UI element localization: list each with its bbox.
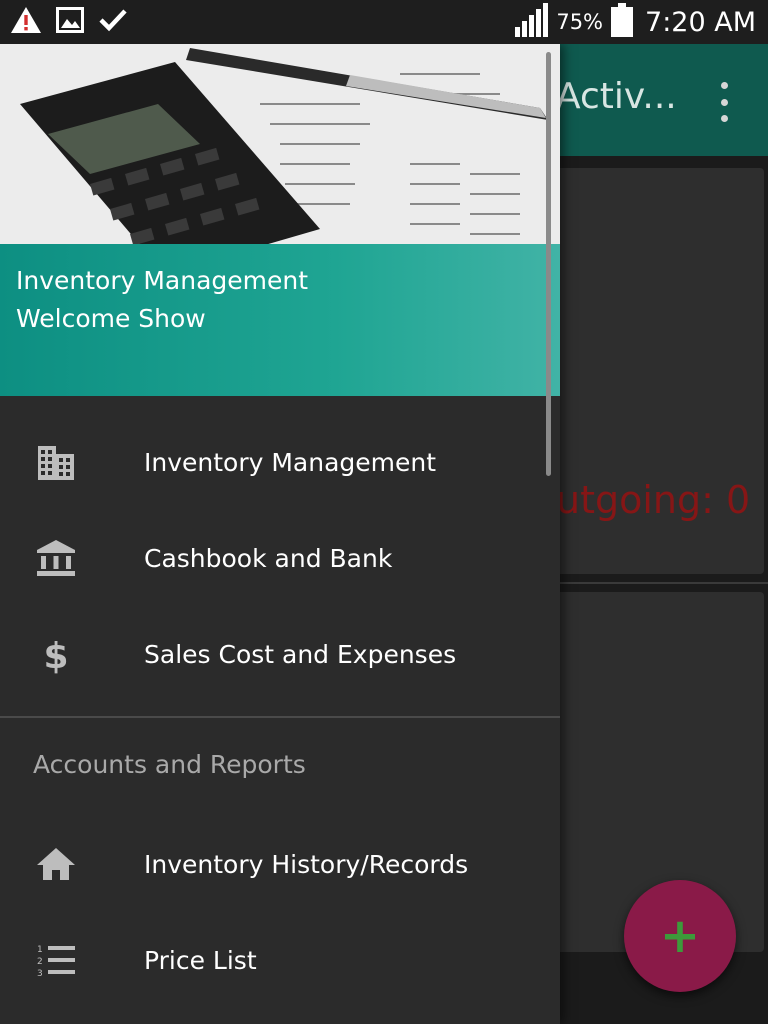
status-notifications xyxy=(0,6,128,38)
card-divider xyxy=(552,582,768,584)
dollar-icon: $ xyxy=(34,632,78,676)
building-icon xyxy=(34,440,78,484)
outgoing-count: utgoing: 0 xyxy=(556,478,751,522)
bank-icon xyxy=(34,536,78,580)
plus-icon: + xyxy=(659,908,701,964)
drawer-header-subtitle: Welcome Show xyxy=(16,304,206,333)
image-icon xyxy=(56,7,84,37)
drawer-item-label: Inventory Management xyxy=(144,447,437,477)
drawer-item-price-list[interactable]: 1 2 3 Price List xyxy=(0,912,560,1008)
drawer-divider xyxy=(0,716,560,718)
svg-text:$: $ xyxy=(43,636,68,674)
numbered-list-icon: 1 2 3 xyxy=(34,938,78,982)
screen: 75% 7:20 AM Activ... utgoing: 0 + Invent… xyxy=(0,0,768,1024)
svg-text:3: 3 xyxy=(37,969,43,978)
warning-icon xyxy=(10,6,42,38)
signal-icon xyxy=(514,3,550,41)
app-title: Activ... xyxy=(556,76,677,117)
drawer-item-sales-cost-and-expenses[interactable]: $ Sales Cost and Expenses xyxy=(0,606,560,702)
svg-text:2: 2 xyxy=(37,957,43,967)
add-fab-button[interactable]: + xyxy=(624,880,736,992)
overflow-menu-icon[interactable] xyxy=(712,82,736,122)
drawer-item-label: Sales Cost and Expenses xyxy=(144,639,457,669)
navigation-drawer: Inventory Management Welcome Show Invent… xyxy=(0,44,560,1024)
svg-text:1: 1 xyxy=(37,945,43,955)
section-header-accounts-and-reports: Accounts and Reports xyxy=(33,750,306,779)
status-system: 75% 7:20 AM xyxy=(514,3,768,41)
drawer-scrollbar[interactable] xyxy=(546,52,551,476)
battery-icon xyxy=(611,3,634,41)
drawer-item-inventory-history[interactable]: Inventory History/Records xyxy=(0,816,560,912)
drawer-item-label: Inventory History/Records xyxy=(144,849,469,879)
drawer-item-label: Price List xyxy=(144,945,257,975)
header-photo xyxy=(0,44,560,244)
drawer-header-title: Inventory Management xyxy=(16,266,309,295)
clock: 7:20 AM xyxy=(645,6,756,38)
battery-percent: 75% xyxy=(556,10,604,34)
drawer-item-label: Cashbook and Bank xyxy=(144,543,393,573)
drawer-item-cashbook-and-bank[interactable]: Cashbook and Bank xyxy=(0,510,560,606)
home-icon xyxy=(34,842,78,886)
drawer-header: Inventory Management Welcome Show xyxy=(0,44,560,396)
status-bar: 75% 7:20 AM xyxy=(0,0,768,44)
drawer-item-inventory-management[interactable]: Inventory Management xyxy=(0,414,560,510)
check-icon xyxy=(98,7,128,37)
